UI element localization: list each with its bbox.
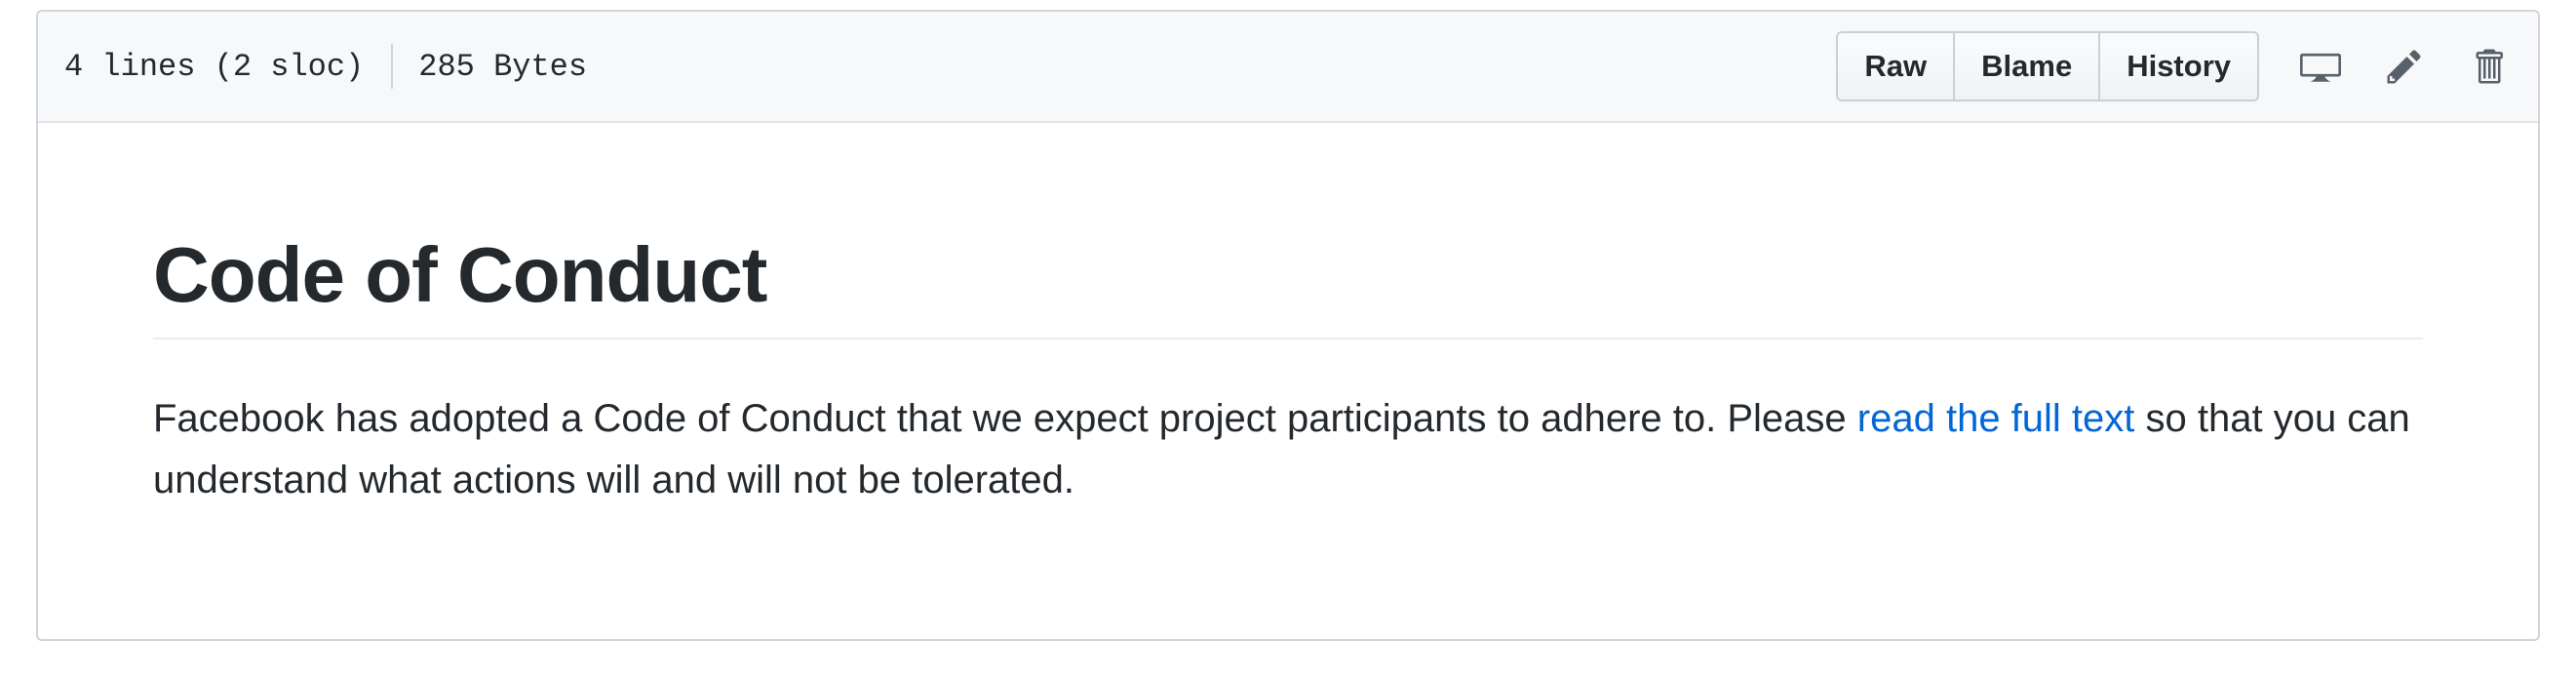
blame-button[interactable]: Blame <box>1953 33 2099 100</box>
edit-file-button[interactable] <box>2362 31 2446 101</box>
file-info-divider <box>391 44 394 89</box>
pencil-icon <box>2387 50 2421 84</box>
file-size-info: 285 Bytes <box>418 48 588 85</box>
page-title: Code of Conduct <box>153 230 2423 340</box>
history-button[interactable]: History <box>2098 33 2257 100</box>
open-desktop-button[interactable] <box>2279 31 2362 101</box>
delete-file-button[interactable] <box>2446 31 2530 101</box>
read-full-text-link[interactable]: read the full text <box>1857 397 2135 440</box>
file-button-group: Raw Blame History <box>1836 31 2259 101</box>
readme-paragraph: Facebook has adopted a Code of Conduct t… <box>153 388 2423 511</box>
file-box: 4 lines (2 sloc) 285 Bytes Raw Blame His… <box>36 10 2540 641</box>
file-actions: Raw Blame History <box>1836 12 2538 121</box>
raw-button[interactable]: Raw <box>1838 33 1954 100</box>
paragraph-text-before-link: Facebook has adopted a Code of Conduct t… <box>153 397 1857 440</box>
desktop-icon <box>2300 53 2341 82</box>
file-info: 4 lines (2 sloc) 285 Bytes <box>64 12 587 121</box>
file-header: 4 lines (2 sloc) 285 Bytes Raw Blame His… <box>38 12 2538 123</box>
readme-content: Code of Conduct Facebook has adopted a C… <box>38 123 2538 511</box>
file-lines-info: 4 lines (2 sloc) <box>64 48 365 85</box>
trash-icon <box>2476 49 2503 84</box>
